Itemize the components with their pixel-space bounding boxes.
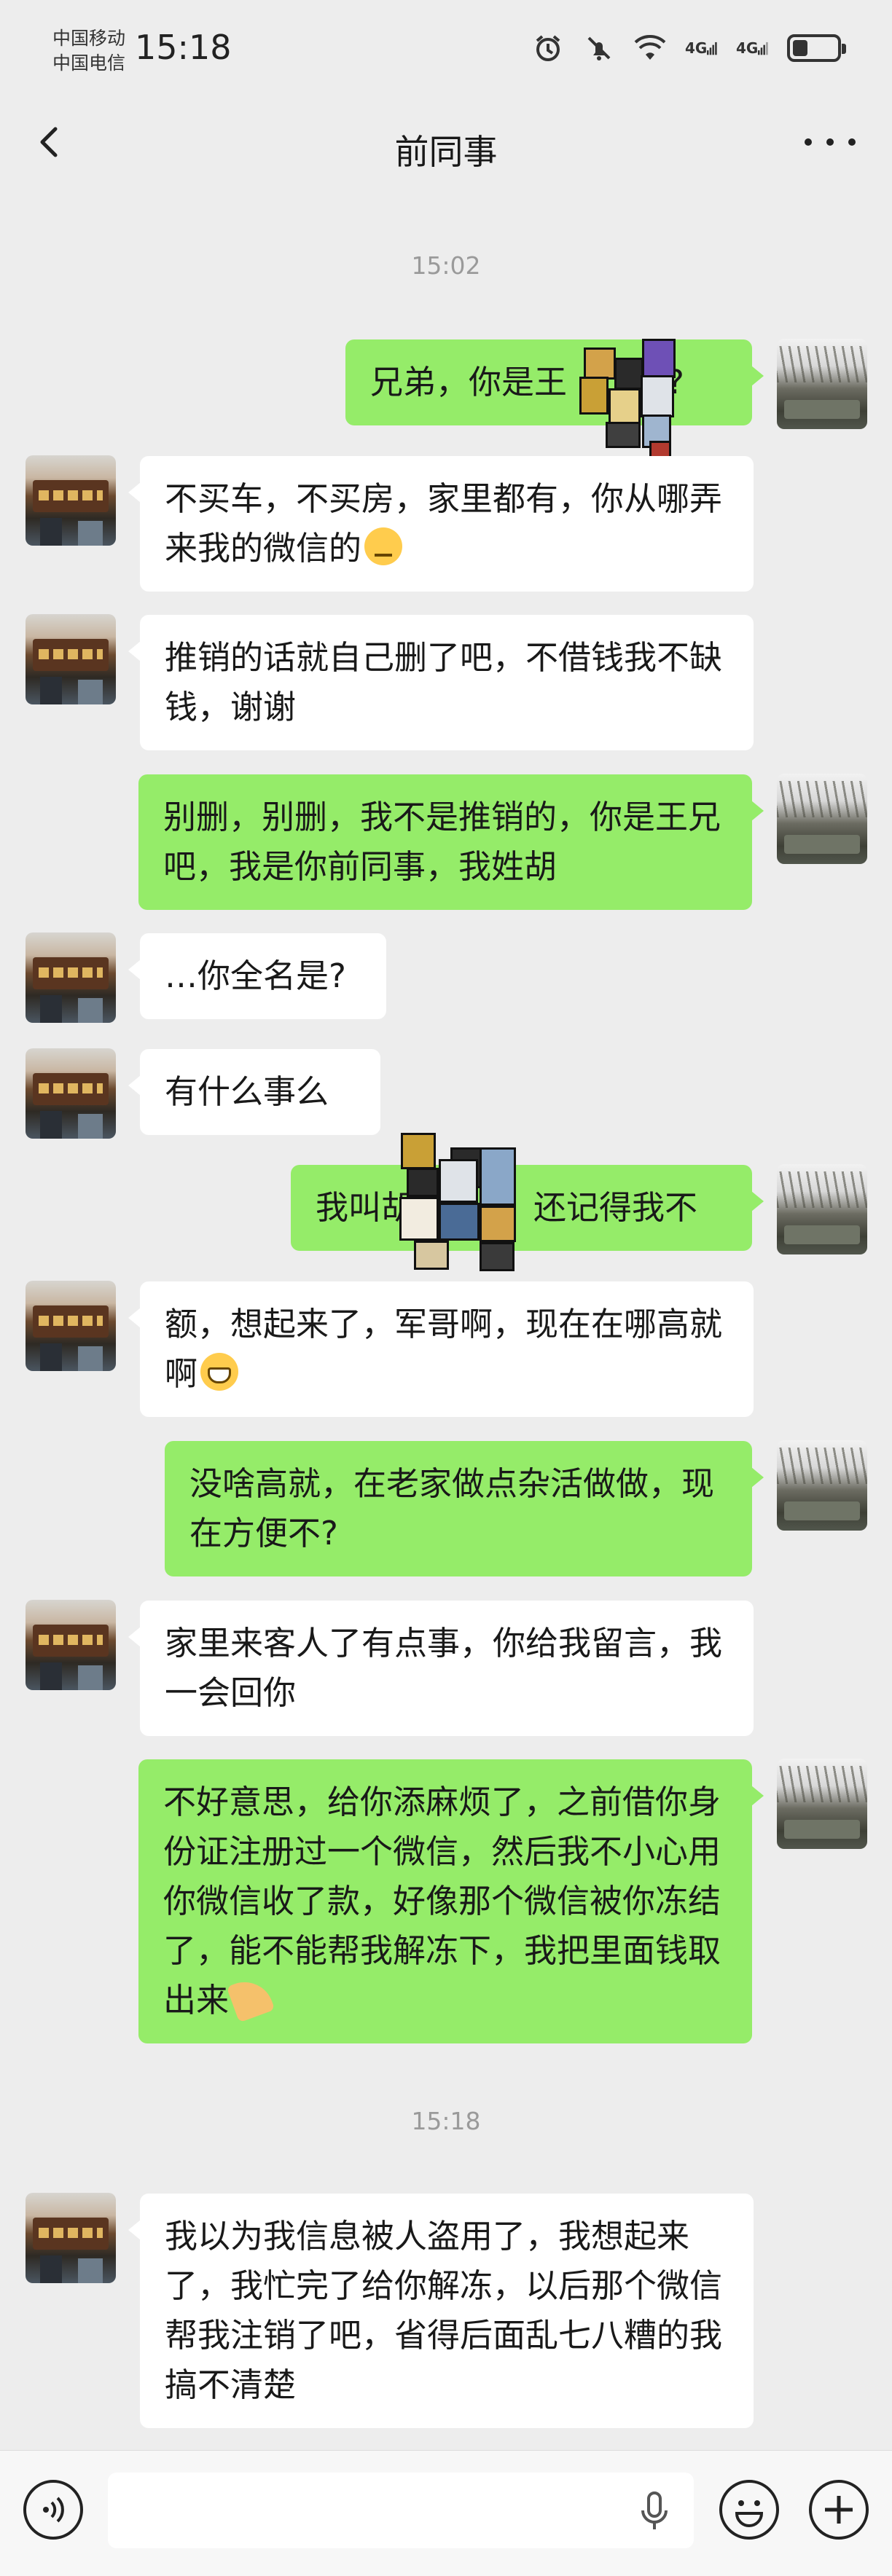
signal-icon-2: 4G — [736, 32, 768, 64]
message-text: 我以为我信息被人盗用了，我想起来了，我忙完了给你解冻，以后那个微信帮我注销了吧，… — [165, 2217, 723, 2404]
message-text: 兄弟，你是王 — [370, 363, 568, 401]
contact-message[interactable]: 不买车，不买房，家里都有，你从哪弄来我的微信的 — [128, 456, 754, 592]
message-text: …你全名是? — [165, 957, 346, 995]
contact-avatar[interactable] — [26, 2193, 116, 2283]
message-text: 推销的话就自己删了吧，不借钱我不缺钱，谢谢 — [165, 638, 723, 726]
folded-hands-emoji — [226, 1974, 275, 2023]
contact-message[interactable]: …你全名是? — [128, 933, 386, 1019]
contact-message[interactable]: 额，想起来了，军哥啊，现在在哪高就啊 — [128, 1281, 754, 1417]
grinning-face-emoji — [200, 1353, 239, 1391]
status-icons: 4G 4G — [532, 32, 846, 64]
contact-avatar[interactable] — [26, 1048, 116, 1139]
alarm-icon — [532, 32, 564, 64]
my-avatar[interactable] — [777, 339, 867, 429]
timestamp: 15:18 — [411, 2107, 481, 2135]
contact-avatar[interactable] — [26, 1281, 116, 1371]
my-avatar[interactable] — [777, 774, 867, 864]
my-message[interactable]: 兄弟，你是王不? — [345, 339, 764, 425]
contact-avatar[interactable] — [26, 455, 116, 546]
contact-avatar[interactable] — [26, 932, 116, 1023]
carrier-2: 中国电信 — [52, 52, 126, 74]
network-type-1: 4G — [685, 39, 708, 57]
signal-icon-1: 4G — [685, 32, 717, 64]
message-text: 没啥高就，在老家做点杂活做做，现在方便不? — [189, 1464, 715, 1552]
my-message[interactable]: 没啥高就，在老家做点杂活做做，现在方便不? — [165, 1441, 764, 1576]
contact-avatar[interactable] — [26, 1600, 116, 1690]
message-text: 家里来客人了有点事，你给我留言，我一会回你 — [165, 1624, 723, 1712]
message-text: 不买车，不买房，家里都有，你从哪弄来我的微信的 — [165, 479, 723, 568]
battery-icon — [787, 34, 846, 62]
status-bar: 中国移动 中国电信 15:18 4G 4G — [0, 0, 892, 95]
contact-message[interactable]: 推销的话就自己删了吧，不借钱我不缺钱，谢谢 — [128, 615, 754, 750]
message-input[interactable] — [108, 2473, 694, 2548]
battery-level — [793, 40, 807, 56]
wifi-icon — [634, 32, 666, 64]
message-text: 别删，别删，我不是推销的，你是王兄吧，我是你前同事，我姓胡 — [163, 798, 721, 886]
chat-title: 前同事 — [394, 133, 498, 173]
mute-icon — [583, 32, 615, 64]
emoji-icon[interactable] — [719, 2480, 779, 2540]
timestamp: 15:02 — [411, 251, 481, 280]
my-avatar[interactable] — [777, 1164, 867, 1254]
message-text: 有什么事么 — [165, 1072, 329, 1111]
voice-input-icon[interactable] — [23, 2480, 83, 2540]
chat-header: 前同事 — [0, 95, 892, 193]
carrier-info: 中国移动 中国电信 — [52, 26, 125, 76]
my-avatar[interactable] — [777, 1440, 867, 1531]
mosaic-redaction — [579, 331, 689, 459]
carrier-1: 中国移动 — [52, 28, 126, 49]
my-message[interactable]: 不好意思，给你添麻烦了，之前借你身份证注册过一个微信，然后我不小心用你微信收了款… — [138, 1759, 764, 2043]
contact-message[interactable]: 我以为我信息被人盗用了，我想起来了，我忙完了给你解冻，以后那个微信帮我注销了吧，… — [128, 2194, 754, 2428]
contact-message[interactable]: 有什么事么 — [128, 1049, 380, 1135]
plus-icon[interactable] — [809, 2480, 869, 2540]
my-message[interactable]: 别删，别删，我不是推销的，你是王兄吧，我是你前同事，我姓胡 — [138, 774, 764, 910]
input-bar — [0, 2450, 892, 2576]
face-with-rolling-eyes-emoji — [364, 527, 403, 565]
contact-message[interactable]: 家里来客人了有点事，你给我留言，我一会回你 — [128, 1601, 754, 1736]
mosaic-redaction — [399, 1133, 523, 1282]
status-time: 15:18 — [135, 28, 232, 67]
message-text-tail: 还记得我不 — [533, 1188, 698, 1227]
microphone-icon[interactable] — [640, 2491, 669, 2532]
contact-avatar[interactable] — [26, 614, 116, 704]
my-avatar[interactable] — [777, 1759, 867, 1849]
network-type-2: 4G — [736, 39, 759, 57]
more-options-icon[interactable] — [805, 124, 856, 160]
message-text: 额，想起来了，军哥啊，现在在哪高就啊 — [165, 1305, 723, 1393]
